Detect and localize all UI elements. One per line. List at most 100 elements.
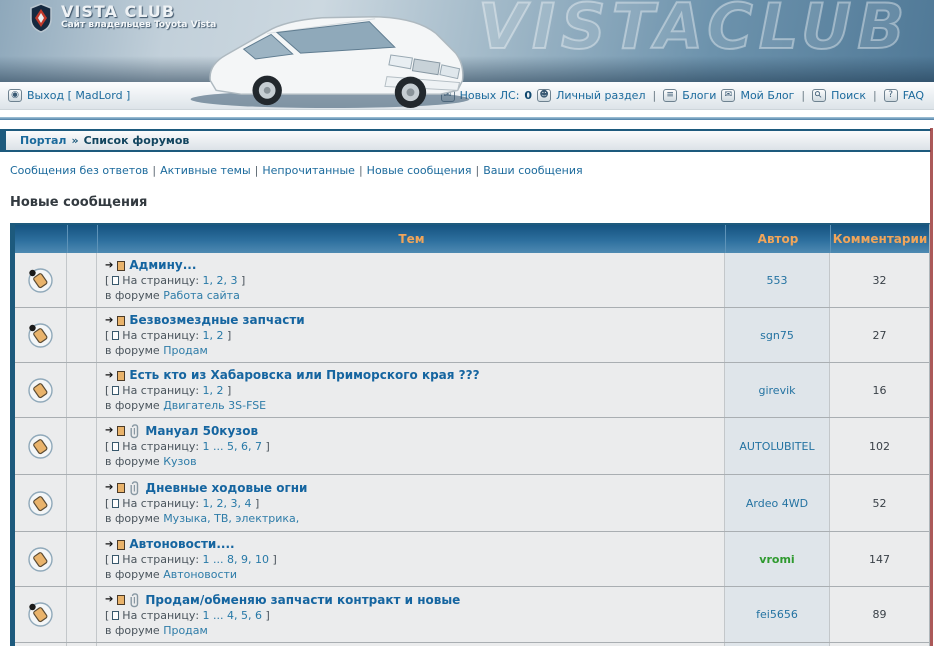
goto-post-arrow-icon: ➔ xyxy=(105,540,113,550)
topic-cell: ➔ Автоновости.... [На страницу: 1 ... 8,… xyxy=(97,532,725,586)
forum-label: в форуме xyxy=(105,624,160,637)
comments-cell: 89 xyxy=(830,587,929,642)
topic-title-link[interactable]: Есть кто из Хабаровска или Приморского к… xyxy=(129,368,479,383)
topic-title-link[interactable]: Безвозмездные запчасти xyxy=(129,313,304,328)
author-link[interactable]: vromi xyxy=(759,553,794,566)
topic-title-link[interactable]: Продам/обменяю запчасти контракт и новые xyxy=(145,593,460,608)
breadcrumb-portal-link[interactable]: Портал xyxy=(20,134,67,147)
topic-page-number-links[interactable]: 1, 2, 3 xyxy=(203,274,238,287)
topic-forum-line: в форуме Продам xyxy=(105,343,716,358)
faq-icon: ? xyxy=(884,89,898,102)
author-link[interactable]: Ardeo 4WD xyxy=(746,497,808,510)
breadcrumb-separator: » xyxy=(67,134,84,147)
page-mini-icon xyxy=(112,499,119,508)
my-blog-icon: ✉ xyxy=(721,89,735,102)
header-icon-column xyxy=(15,225,67,253)
banner-watermark: VISTACLUB xyxy=(478,0,934,72)
topic-status-cell xyxy=(15,253,67,307)
topic-pages-line: [На страницу: 1 ... 8, 9, 10 ] xyxy=(105,552,716,567)
link-unread[interactable]: Непрочитанные xyxy=(262,164,355,177)
forum-label: в форуме xyxy=(105,568,160,581)
pages-bracket-close: ] xyxy=(227,329,231,342)
page-title: Новые сообщения xyxy=(10,195,924,210)
topic-cell: ➔ Дневные ходовые огни [На страницу: 1, … xyxy=(97,475,725,531)
topic-page-number-links[interactable]: 1 ... 4, 5, 6 xyxy=(203,609,262,622)
my-blog-link[interactable]: Мой Блог xyxy=(740,89,794,102)
topic-gap-cell xyxy=(67,363,97,417)
blogs-link[interactable]: Блоги xyxy=(682,89,716,102)
page-mini-icon xyxy=(112,442,119,451)
forum-link[interactable]: Продам xyxy=(163,344,208,357)
pages-bracket-open: [ xyxy=(105,553,109,566)
pages-label: На страницу: xyxy=(122,274,199,287)
breadcrumb: Портал » Список форумов xyxy=(0,129,931,152)
topic-pages-line: [ На страницу: 1, 2 ] xyxy=(105,328,716,343)
faq-link[interactable]: FAQ xyxy=(903,89,924,102)
forum-link[interactable]: Двигатель 3S-FSE xyxy=(163,399,266,412)
topic-page-number-links[interactable]: 1 ... 8, 9, 10 xyxy=(203,553,269,566)
topic-page-number-links[interactable]: 1, 2 xyxy=(203,329,224,342)
forum-label: в форуме xyxy=(105,289,160,302)
topic-forum-line: в форуме Музыка, ТВ, электрика, xyxy=(105,511,716,526)
goto-post-arrow-icon: ➔ xyxy=(105,371,113,381)
topic-title-link[interactable]: Автоновости.... xyxy=(129,537,234,552)
topic-gap-cell xyxy=(67,308,97,362)
topic-gap-cell xyxy=(67,418,97,474)
topic-folder-icon xyxy=(27,267,54,294)
topic-status-cell xyxy=(15,308,67,362)
pages-bracket-open: [ xyxy=(105,329,109,342)
author-link[interactable]: 553 xyxy=(767,274,788,287)
author-cell: Ardeo 4WD xyxy=(725,475,830,531)
nav-separator: | xyxy=(650,89,658,102)
pages-label: На страницу: xyxy=(122,609,199,622)
topic-gap-cell xyxy=(67,587,97,642)
quicklinks-separator: | xyxy=(148,164,160,177)
topic-folder-icon xyxy=(27,322,54,349)
link-active-topics[interactable]: Активные темы xyxy=(160,164,251,177)
forum-link[interactable]: Кузов xyxy=(163,455,196,468)
link-unanswered[interactable]: Сообщения без ответов xyxy=(10,164,148,177)
forum-link[interactable]: Работа сайта xyxy=(163,289,240,302)
author-link[interactable]: sgn75 xyxy=(760,329,794,342)
comments-count: 89 xyxy=(873,608,887,621)
pages-bracket-open: [ xyxy=(105,274,109,287)
author-link[interactable]: girevik xyxy=(758,384,795,397)
author-cell: vromi xyxy=(725,532,830,586)
header-author: Автор xyxy=(725,225,830,253)
search-link[interactable]: Поиск xyxy=(831,89,866,102)
table-row: ➔ Есть кто из Хабаровска или Приморского… xyxy=(15,363,929,418)
topic-title-link[interactable]: Дневные ходовые огни xyxy=(145,481,307,496)
forum-link[interactable]: Продам xyxy=(163,624,208,637)
topic-page-number-links[interactable]: 1, 2 xyxy=(203,384,224,397)
topic-gap-cell xyxy=(67,475,97,531)
pages-label: На страницу: xyxy=(122,329,199,342)
topic-gap-cell xyxy=(67,532,97,586)
forum-link[interactable]: Музыка, ТВ, электрика, xyxy=(163,512,299,525)
pages-label: На страницу: xyxy=(122,497,199,510)
link-new-posts[interactable]: Новые сообщения xyxy=(367,164,472,177)
forum-link[interactable]: Автоновости xyxy=(163,568,237,581)
nav-separator: | xyxy=(871,89,879,102)
forum-label: в форуме xyxy=(105,512,160,525)
topic-title-link[interactable]: Админу... xyxy=(129,258,196,273)
link-your-posts[interactable]: Ваши сообщения xyxy=(483,164,582,177)
page-mini-icon xyxy=(112,276,119,285)
comments-cell: 32 xyxy=(830,253,929,307)
profile-icon: ☻ xyxy=(537,89,551,102)
new-pm-count: 0 xyxy=(524,89,532,102)
profile-link[interactable]: Личный раздел xyxy=(556,89,645,102)
page-mini-icon xyxy=(112,611,119,620)
logout-link[interactable]: Выход [ MadLord ] xyxy=(27,89,130,102)
author-link[interactable]: AUTOLUBITEL xyxy=(739,440,814,453)
goto-post-arrow-icon: ➔ xyxy=(105,426,113,436)
topic-page-number-links[interactable]: 1, 2, 3, 4 xyxy=(203,497,252,510)
topic-folder-icon xyxy=(27,433,54,460)
topic-folder-icon xyxy=(27,546,54,573)
blogs-icon: ≡ xyxy=(663,89,677,102)
topic-title-link[interactable]: Мануал 50кузов xyxy=(145,424,258,439)
page-mini-icon xyxy=(112,386,119,395)
author-link[interactable]: fei5656 xyxy=(756,608,798,621)
topic-page-number-links[interactable]: 1 ... 5, 6, 7 xyxy=(203,440,262,453)
quicklinks-separator: | xyxy=(251,164,263,177)
author-cell: 553 xyxy=(725,253,830,307)
